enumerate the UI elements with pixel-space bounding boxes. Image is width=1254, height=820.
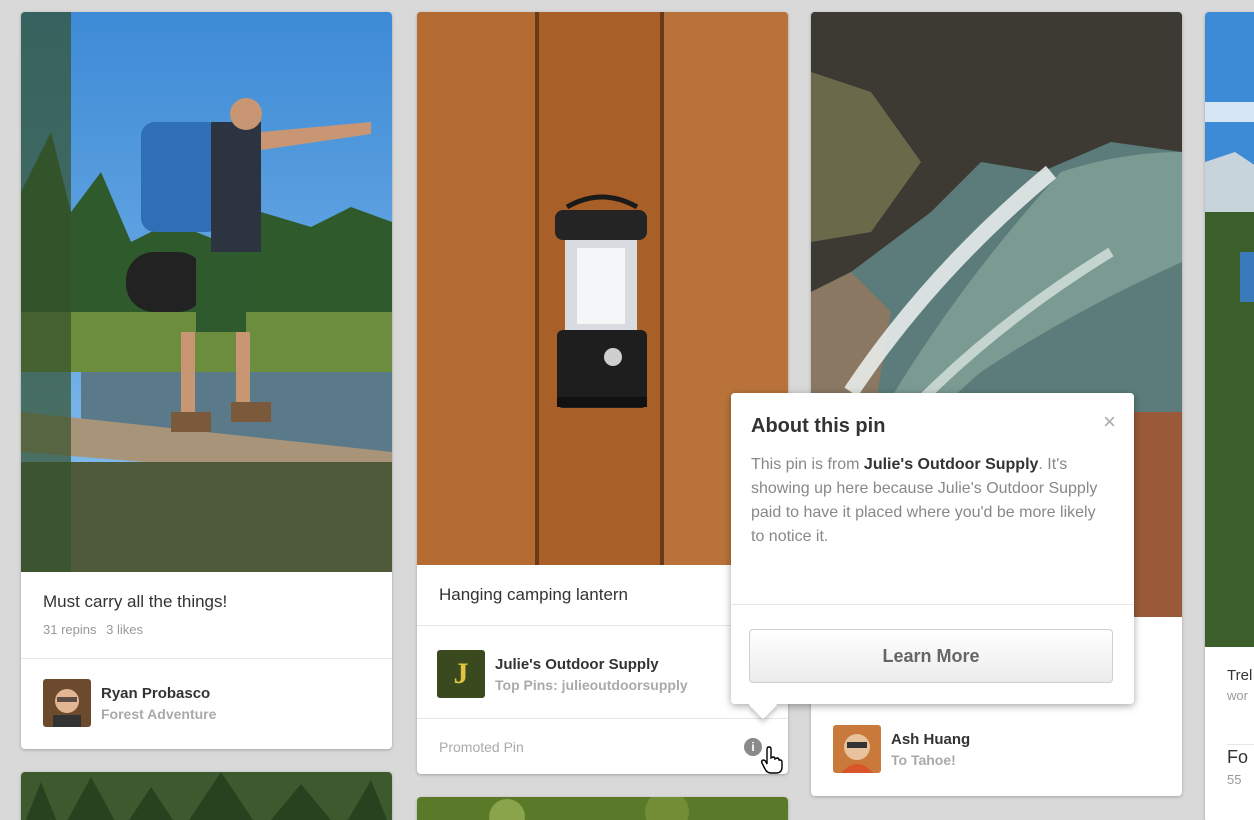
pin-card-forest[interactable] [21,772,392,820]
pin-description-hiker: Must carry all the things! 31 repins 3 l… [21,572,392,659]
partial-description-line2: wor [1227,688,1248,703]
pin-stats: 31 repins 3 likes [43,622,370,637]
promoted-footer: Promoted Pin i [417,718,788,774]
pin-image-mountain[interactable] [1205,12,1254,647]
about-pin-popover: About this pin × This pin is from Julie'… [731,393,1134,720]
close-icon[interactable]: × [1103,411,1116,433]
repin-count: 31 repins [43,622,97,637]
attribution-text: Ryan Probasco Forest Adventure [101,685,216,722]
board-name[interactable]: Top Pins: julieoutdoorsupply [495,677,688,693]
board-name[interactable]: To Tahoe! [891,752,970,768]
pin-image-blurred[interactable] [417,797,788,820]
pin-card-hiker[interactable]: Must carry all the things! 31 repins 3 l… [21,12,392,749]
learn-more-button[interactable]: Learn More [749,629,1113,683]
hand-cursor-icon [760,746,783,774]
pin-image-hiker[interactable] [21,12,392,572]
pin-image-forest[interactable] [21,772,392,820]
pin-attribution-hiker[interactable]: Ryan Probasco Forest Adventure [21,678,392,728]
partial-description-line1: Trel [1227,667,1253,684]
pin-title: Must carry all the things! [43,592,228,611]
pinner-name[interactable]: Ryan Probasco [101,685,216,702]
promoted-pin-label: Promoted Pin [439,738,524,755]
like-count: 3 likes [106,622,143,637]
advertiser-logo-letter: J [453,657,469,690]
partial-description: Trel wor [1227,667,1252,703]
pinner-name[interactable]: Julie's Outdoor Supply [495,656,688,673]
popover-content: About this pin × This pin is from Julie'… [731,393,1134,704]
board-name[interactable]: Forest Adventure [101,706,216,722]
popover-body: This pin is from Julie's Outdoor Supply.… [751,453,1101,549]
advertiser-logo[interactable]: J [437,650,485,698]
avatar[interactable] [833,725,881,773]
pinner-name[interactable]: Ash Huang [891,731,970,748]
pin-title: Hanging camping lantern [439,585,629,604]
pin-card-blurred[interactable] [417,797,788,820]
partial-attribution: Fo 55 [1227,744,1254,787]
pin-attribution-coast[interactable]: Ash Huang To Tahoe! [811,722,1182,776]
attribution-text: Julie's Outdoor Supply Top Pins: julieou… [495,656,688,693]
popover-body-intro: This pin is from [751,456,864,473]
avatar[interactable] [43,679,91,727]
popover-divider [731,604,1134,605]
partial-attribution-line1: Fo [1227,747,1249,767]
pin-card-partial[interactable]: Trel wor Fo 55 [1205,12,1254,820]
partial-attribution-line2: 55 [1227,772,1242,787]
advertiser-name: Julie's Outdoor Supply [863,456,1039,473]
popover-title: About this pin [751,415,886,437]
attribution-text: Ash Huang To Tahoe! [891,731,970,768]
